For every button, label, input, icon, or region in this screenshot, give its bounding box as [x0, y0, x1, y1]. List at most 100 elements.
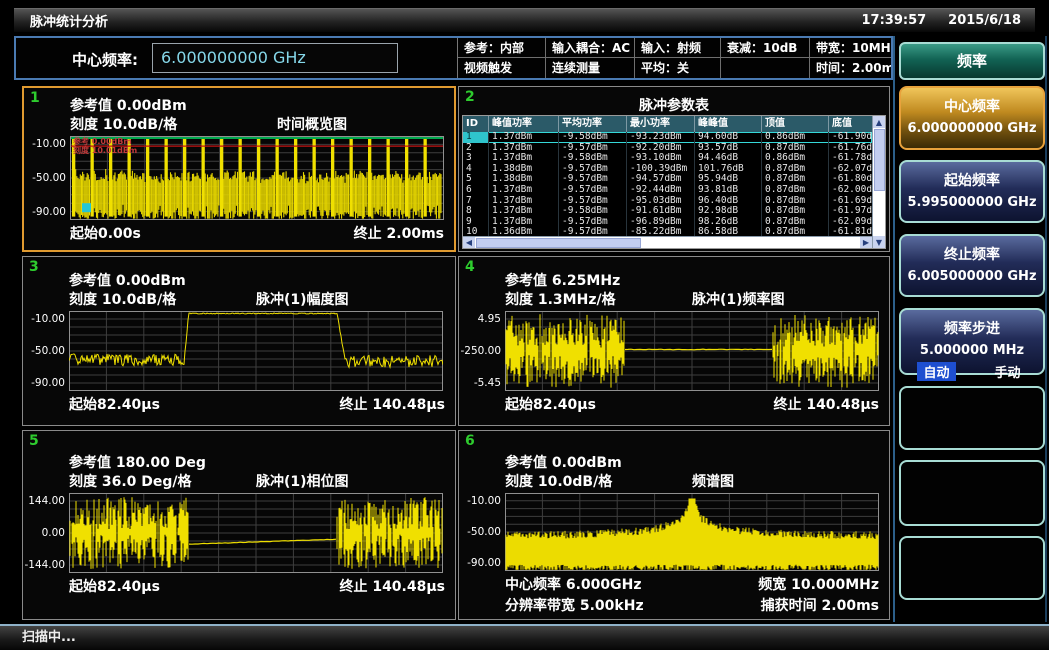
spectrum-chart: [505, 493, 879, 571]
table-column-header[interactable]: 底值: [829, 116, 872, 132]
plot-title: 脉冲(1)相位图: [256, 471, 349, 491]
pulse-frequency-chart: [505, 311, 879, 391]
spectrum-rbw-label: 分辨率带宽 5.00kHz: [505, 595, 644, 615]
center-frequency-input[interactable]: 6.000000000 GHz: [152, 43, 398, 73]
sidebar-button-empty-2[interactable]: [899, 460, 1045, 526]
table-row[interactable]: 21.37dBm-9.57dBm-92.20dBm93.57dB0.87dBm-…: [463, 143, 872, 154]
toggle-option-manual[interactable]: 手动: [988, 362, 1026, 381]
toggle-option-auto[interactable]: 自动: [917, 362, 955, 381]
y-axis-labels: -10.00-50.00-90.00: [23, 311, 69, 391]
y-tick-label: -50.00: [31, 345, 65, 357]
y-tick-label: -144.00: [24, 559, 65, 571]
scroll-right-arrow[interactable]: ▶: [860, 237, 872, 248]
button-value: 6.000000000 GHz: [901, 121, 1043, 136]
table-column-header[interactable]: 最小功率: [627, 116, 695, 132]
pulse-parameter-table: ID峰值功率平均功率最小功率峰峰值顶值底值 11.37dBm-9.58dBm-9…: [462, 115, 886, 249]
table-cell: -9.57dBm: [559, 227, 627, 236]
table-cell: 98.26dB: [695, 217, 762, 228]
table-cell: 1.37dBm: [489, 185, 559, 196]
table-column-header[interactable]: 峰峰值: [695, 116, 762, 132]
table-row[interactable]: 91.37dBm-9.57dBm-96.89dBm98.26dB0.87dBm-…: [463, 217, 872, 228]
table-cell: 0.86dBm: [762, 132, 829, 143]
scroll-left-arrow[interactable]: ◀: [463, 237, 475, 248]
table-row[interactable]: 51.38dBm-9.57dBm-94.57dBm95.94dB0.87dBm-…: [463, 174, 872, 185]
y-axis-labels: 4.95-250.00-5.45: [459, 311, 505, 391]
panel-pulse-frequency[interactable]: 4 参考值 6.25MHz 刻度 1.3MHz/格 脉冲(1)频率图 4.95-…: [458, 256, 890, 426]
date-text: 2015/6/18: [948, 13, 1021, 28]
table-row[interactable]: 41.38dBm-9.57dBm-100.39dBm101.76dB0.87dB…: [463, 164, 872, 175]
button-value: 5.000000 MHz: [901, 343, 1043, 358]
scroll-down-arrow[interactable]: ▼: [873, 236, 885, 248]
table-column-header[interactable]: ID: [463, 116, 489, 132]
plot-title: 时间概览图: [277, 114, 347, 134]
table-cell: -92.20dBm: [627, 143, 695, 154]
panel-pulse-parameter-table[interactable]: 2 脉冲参数表 ID峰值功率平均功率最小功率峰峰值顶值底值 11.37dBm-9…: [458, 86, 890, 252]
table-row[interactable]: 81.37dBm-9.58dBm-91.61dBm92.98dB0.87dBm-…: [463, 206, 872, 217]
table-cell: 86.58dB: [695, 227, 762, 236]
table-row[interactable]: 71.37dBm-9.57dBm-95.03dBm96.40dB0.87dBm-…: [463, 196, 872, 207]
panel-time-overview[interactable]: 1 参考值 0.00dBm 刻度 10.0dB/格 时间概览图 -10.00-5…: [22, 86, 456, 252]
table-cell: 10: [463, 227, 489, 236]
table-cell: -9.57dBm: [559, 143, 627, 154]
scroll-up-arrow[interactable]: ▲: [873, 116, 885, 128]
status-bar: 扫描中...: [0, 624, 1049, 650]
table-cell: 2: [463, 143, 489, 154]
button-label: 终止频率: [901, 244, 1043, 264]
app-window: 脉冲统计分析 17:39:572015/6/18 中心频率: 6.0000000…: [0, 0, 1049, 650]
pulse-amplitude-chart: [69, 311, 443, 391]
sidebar-button-empty-1[interactable]: [899, 386, 1045, 450]
table-cell: -9.57dBm: [559, 185, 627, 196]
right-edge-divider: [1045, 36, 1047, 622]
table-cell: 1.38dBm: [489, 164, 559, 175]
table-cell: -62.09dBm: [829, 217, 872, 228]
table-cell: 1.36dBm: [489, 227, 559, 236]
scale-label: 刻度 1.3MHz/格: [505, 289, 667, 309]
table-cell: 0.86dBm: [762, 153, 829, 164]
table-column-header[interactable]: 平均功率: [559, 116, 627, 132]
plot-title: 频谱图: [692, 471, 734, 491]
panel-pulse-phase[interactable]: 5 参考值 180.00 Deg 刻度 36.0 Deg/格 脉冲(1)相位图 …: [22, 430, 456, 620]
panel-pulse-amplitude[interactable]: 3 参考值 0.00dBm 刻度 10.0dB/格 脉冲(1)幅度图 -10.0…: [22, 256, 456, 426]
horizontal-scrollbar[interactable]: ◀ ▶: [463, 236, 872, 248]
sidebar-button-center-frequency[interactable]: 中心频率 6.000000000 GHz: [899, 86, 1045, 150]
table-cell: -9.57dBm: [559, 174, 627, 185]
plot-area: [69, 493, 443, 573]
table-row[interactable]: 61.37dBm-9.57dBm-92.44dBm93.81dB0.87dBm-…: [463, 185, 872, 196]
table-cell: -9.57dBm: [559, 164, 627, 175]
y-tick-label: -10.00: [467, 495, 501, 507]
table-row[interactable]: 11.37dBm-9.58dBm-93.23dBm94.60dB0.86dBm-…: [463, 132, 872, 143]
table-row[interactable]: 101.36dBm-9.57dBm-85.22dBm86.58dB0.87dBm…: [463, 227, 872, 236]
settings-readout: 带宽：10MHz: [810, 38, 891, 58]
table-column-header[interactable]: 顶值: [762, 116, 829, 132]
vertical-scroll-thumb[interactable]: [874, 129, 885, 191]
settings-readout: 参考：内部: [458, 38, 546, 58]
y-tick-label: 0.00: [42, 527, 65, 539]
plot-title: 脉冲(1)频率图: [692, 289, 785, 309]
table-cell: -91.61dBm: [627, 206, 695, 217]
x-start-label: 起始0.00s: [70, 223, 141, 243]
table-cell: -9.58dBm: [559, 153, 627, 164]
marker-line-1: 参考 0.00dBm: [73, 137, 132, 146]
table-cell: -93.23dBm: [627, 132, 695, 143]
sidebar-button-stop-frequency[interactable]: 终止频率 6.005000000 GHz: [899, 234, 1045, 297]
reference-value-label: 参考值 0.00dBm: [69, 270, 455, 289]
table-cell: -9.58dBm: [559, 206, 627, 217]
vertical-scrollbar[interactable]: ▲ ▼: [872, 116, 885, 248]
table-row[interactable]: 31.37dBm-9.58dBm-93.10dBm94.46dB0.86dBm-…: [463, 153, 872, 164]
table-cell: 9: [463, 217, 489, 228]
scale-label: 刻度 10.0dB/格: [69, 289, 231, 309]
sidebar-button-start-frequency[interactable]: 起始频率 5.995000000 GHz: [899, 160, 1045, 223]
table-cell: -9.57dBm: [559, 196, 627, 207]
control-row: 中心频率: 6.000000000 GHz 参考：内部输入耦合：AC输入：射频衰…: [14, 36, 893, 80]
table-cell: 101.76dB: [695, 164, 762, 175]
table-column-header[interactable]: 峰值功率: [489, 116, 559, 132]
horizontal-scroll-thumb[interactable]: [476, 238, 641, 248]
x-start-label: 起始82.40μs: [69, 394, 160, 414]
sidebar-button-frequency-step[interactable]: 频率步进 5.000000 MHz 自动 手动: [899, 308, 1045, 375]
sidebar-button-empty-3[interactable]: [899, 536, 1045, 600]
panel-spectrum[interactable]: 6 参考值 0.00dBm 刻度 10.0dB/格 频谱图 -10.00-50.…: [458, 430, 890, 620]
table-cell: 1.37dBm: [489, 206, 559, 217]
table-cell: 94.60dB: [695, 132, 762, 143]
table-cell: 1.37dBm: [489, 143, 559, 154]
x-stop-label: 终止 2.00ms: [354, 223, 444, 243]
